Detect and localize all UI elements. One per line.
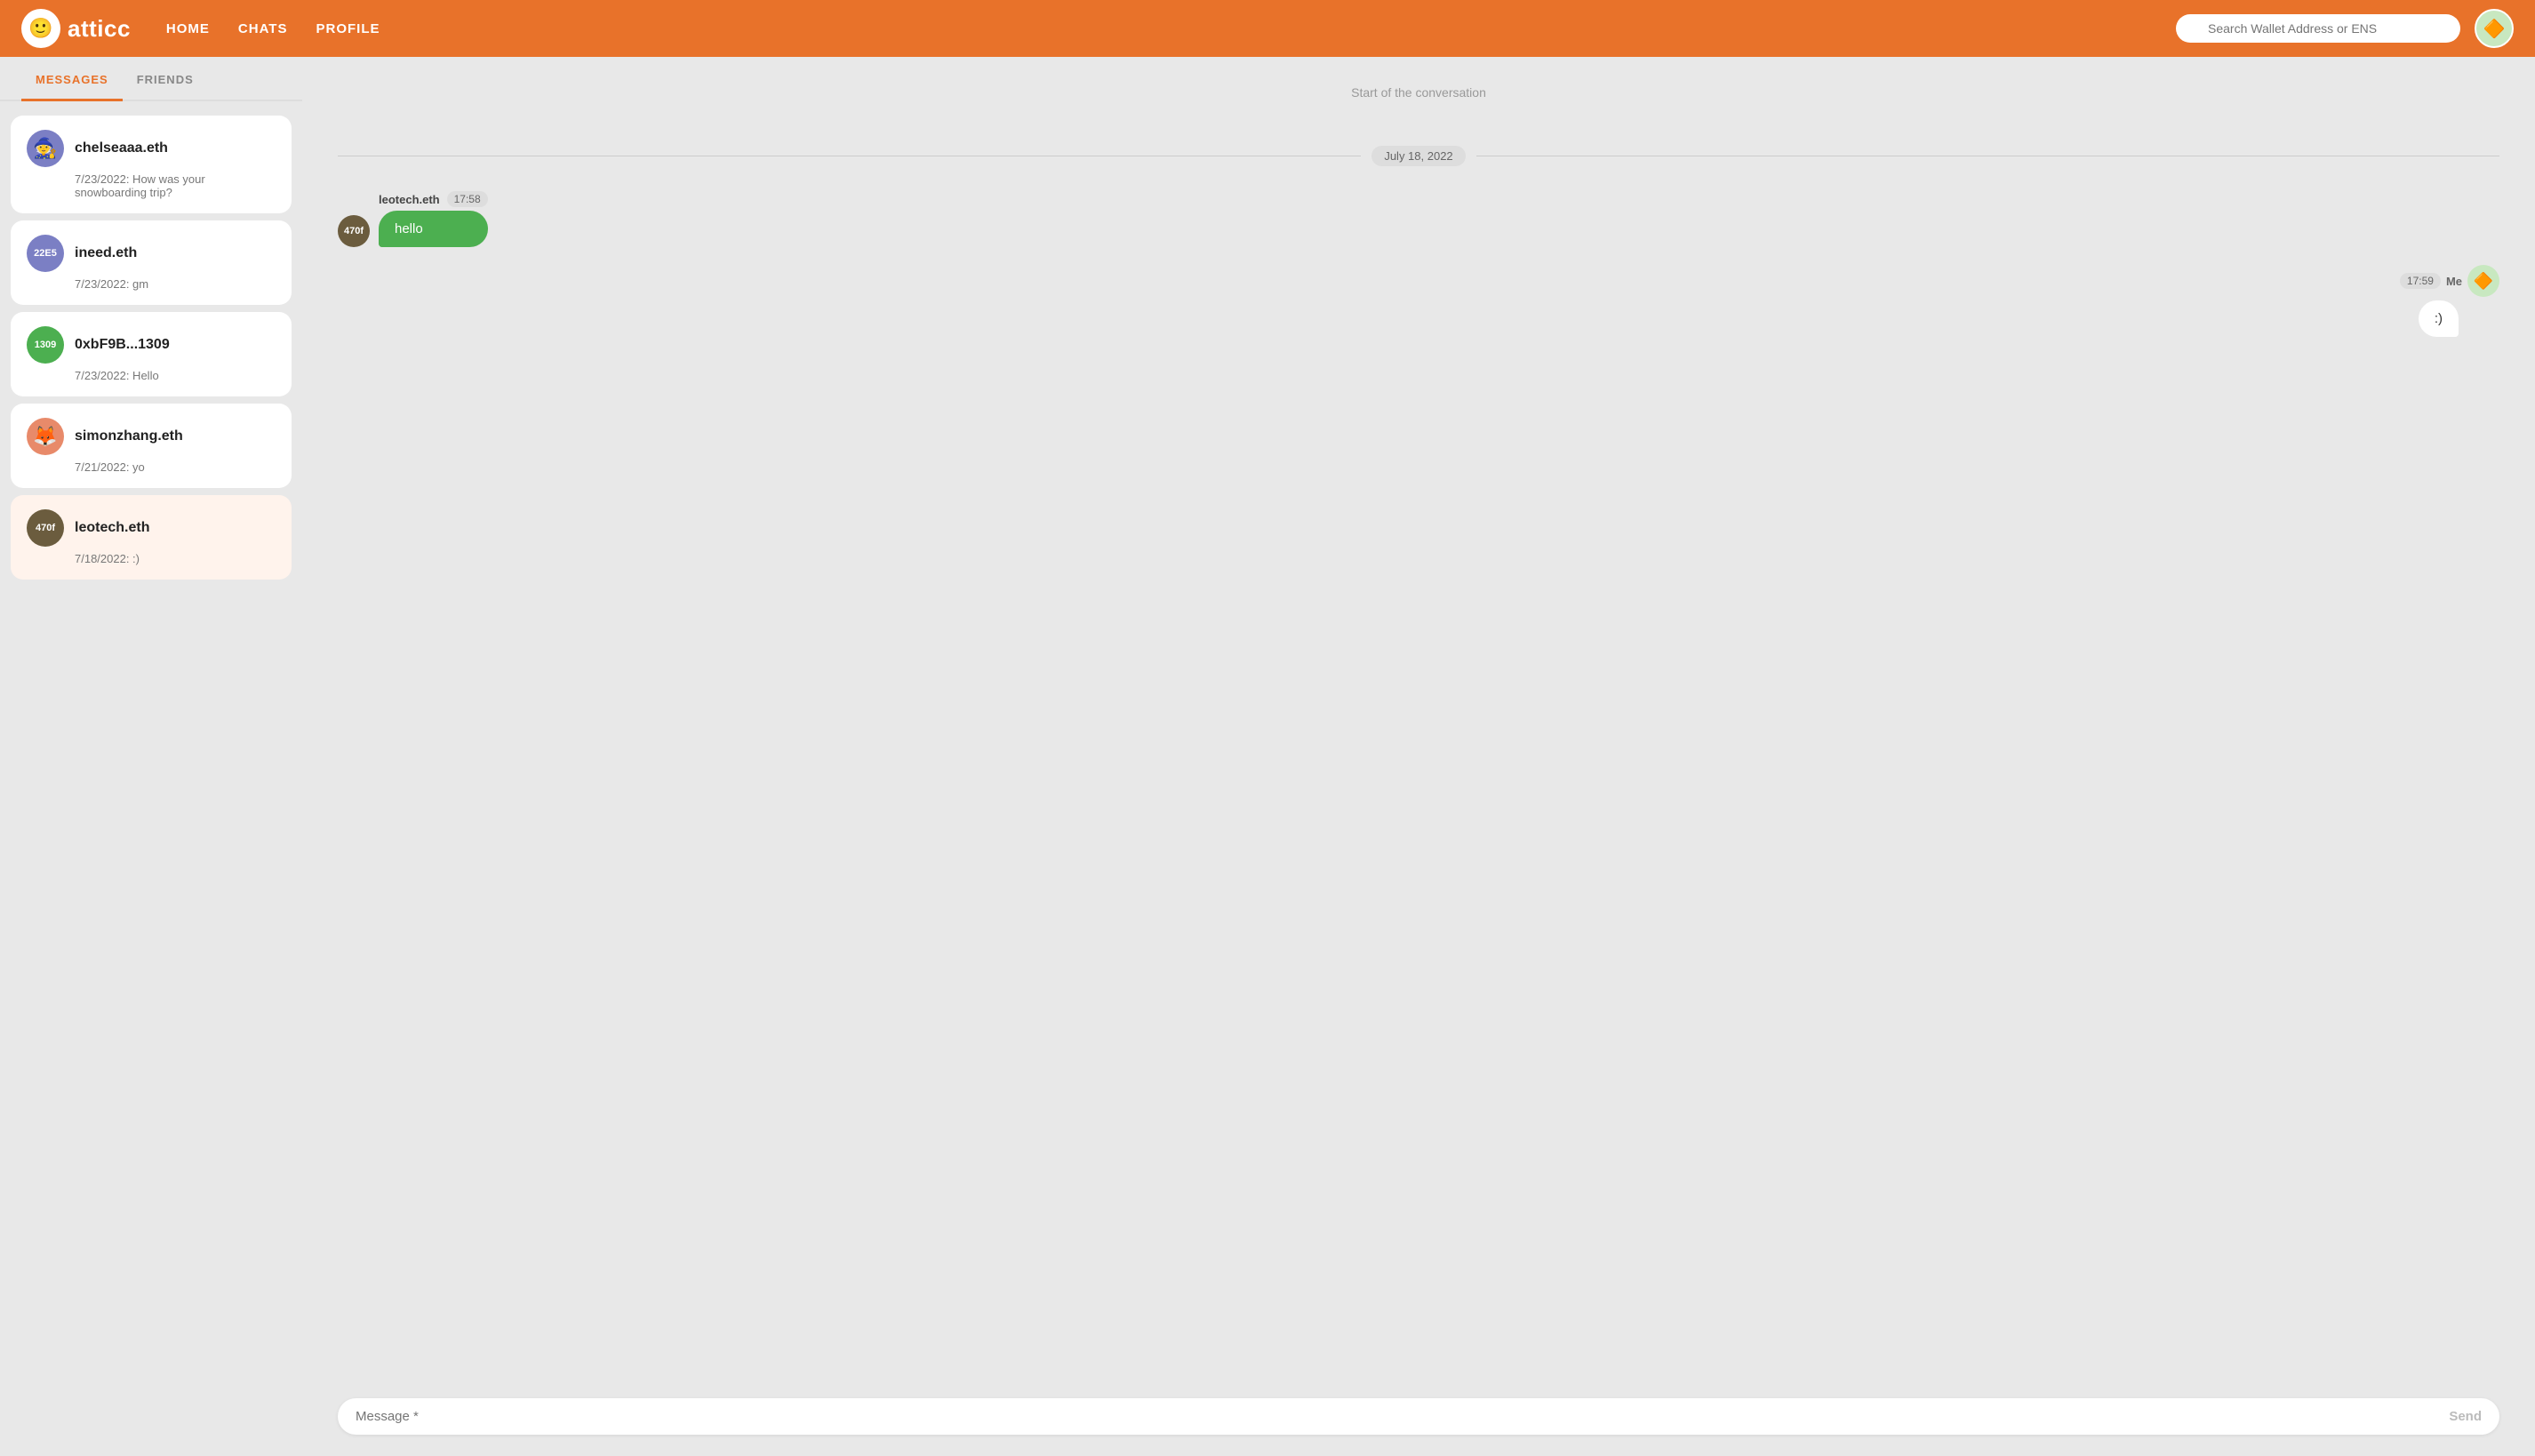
nav-chats[interactable]: CHATS bbox=[238, 21, 288, 36]
logo-area: 🙂 atticc bbox=[21, 9, 131, 48]
convo-header: 1309 0xbF9B...1309 bbox=[27, 326, 276, 364]
convo-preview-leotech: 7/18/2022: :) bbox=[27, 552, 276, 565]
convo-avatar-simonzhang: 🦊 bbox=[27, 418, 64, 455]
convo-name-simonzhang: simonzhang.eth bbox=[75, 428, 183, 444]
msg-avatar-me: 🔶 bbox=[2467, 265, 2499, 297]
convo-name-0xbf9b: 0xbF9B...1309 bbox=[75, 337, 170, 353]
convo-avatar-ineed: 22E5 bbox=[27, 235, 64, 272]
convo-header: 🧙 chelseaaa.eth bbox=[27, 130, 276, 167]
date-divider: July 18, 2022 bbox=[338, 146, 2499, 166]
chat-messages: Start of the conversation July 18, 2022 … bbox=[302, 57, 2535, 1384]
conversations-list: 🧙 chelseaaa.eth 7/23/2022: How was your … bbox=[0, 101, 302, 1456]
convo-preview-chelseaaa: 7/23/2022: How was your snowboarding tri… bbox=[27, 172, 276, 199]
convo-avatar-leotech: 470f bbox=[27, 509, 64, 547]
convo-preview-ineed: 7/23/2022: gm bbox=[27, 277, 276, 291]
msg-time-badge-incoming: 17:58 bbox=[447, 191, 488, 207]
convo-header: 22E5 ineed.eth bbox=[27, 235, 276, 272]
tabs-row: MESSAGES FRIENDS bbox=[0, 57, 302, 101]
convo-item-simonzhang[interactable]: 🦊 simonzhang.eth 7/21/2022: yo bbox=[11, 404, 292, 488]
convo-item-0xbf9b[interactable]: 1309 0xbF9B...1309 7/23/2022: Hello bbox=[11, 312, 292, 396]
message-row-incoming: 470f leotech.eth 17:58 hello bbox=[338, 191, 2499, 247]
logo-icon: 🙂 bbox=[21, 9, 60, 48]
nav-home[interactable]: HOME bbox=[166, 21, 210, 36]
convo-name-ineed: ineed.eth bbox=[75, 245, 137, 261]
msg-bubble-outgoing: :) bbox=[2419, 300, 2459, 337]
user-avatar[interactable]: 🔶 bbox=[2475, 9, 2514, 48]
outgoing-meta-row: 17:59 Me 🔶 bbox=[2400, 265, 2499, 297]
send-button[interactable]: Send bbox=[2449, 1409, 2482, 1424]
convo-name-leotech: leotech.eth bbox=[75, 520, 149, 536]
search-input[interactable] bbox=[2176, 14, 2460, 43]
logo-text: atticc bbox=[68, 15, 131, 43]
msg-time-outgoing: 17:59 bbox=[2400, 273, 2441, 289]
msg-content-incoming: leotech.eth 17:58 hello bbox=[379, 191, 488, 247]
search-wrap: 🔍 bbox=[2176, 14, 2460, 43]
main-layout: MESSAGES FRIENDS 🧙 chelseaaa.eth 7/23/20… bbox=[0, 57, 2535, 1456]
me-label: Me bbox=[2446, 275, 2462, 288]
convo-item-chelseaaa[interactable]: 🧙 chelseaaa.eth 7/23/2022: How was your … bbox=[11, 116, 292, 213]
date-label: July 18, 2022 bbox=[1371, 146, 1465, 166]
msg-bubble-incoming: hello bbox=[379, 211, 488, 247]
message-input[interactable] bbox=[356, 1409, 2449, 1424]
msg-sender-name: leotech.eth bbox=[379, 193, 440, 206]
chat-input-bar: Send bbox=[302, 1384, 2535, 1456]
convo-header: 470f leotech.eth bbox=[27, 509, 276, 547]
nav-profile[interactable]: PROFILE bbox=[316, 21, 380, 36]
chat-input-wrap: Send bbox=[338, 1398, 2499, 1435]
convo-preview-simonzhang: 7/21/2022: yo bbox=[27, 460, 276, 474]
convo-avatar-chelseaaa: 🧙 bbox=[27, 130, 64, 167]
chat-area: Start of the conversation July 18, 2022 … bbox=[302, 57, 2535, 1456]
nav-search-area: 🔍 🔶 bbox=[2176, 9, 2514, 48]
left-panel: MESSAGES FRIENDS 🧙 chelseaaa.eth 7/23/20… bbox=[0, 57, 302, 1456]
convo-avatar-0xbf9b: 1309 bbox=[27, 326, 64, 364]
message-row-outgoing: 17:59 Me 🔶 :) bbox=[338, 265, 2499, 337]
convo-item-ineed[interactable]: 22E5 ineed.eth 7/23/2022: gm bbox=[11, 220, 292, 305]
convo-name-chelseaaa: chelseaaa.eth bbox=[75, 140, 168, 156]
tab-friends[interactable]: FRIENDS bbox=[123, 57, 208, 101]
navbar: 🙂 atticc HOME CHATS PROFILE 🔍 🔶 bbox=[0, 0, 2535, 57]
tab-messages[interactable]: MESSAGES bbox=[21, 57, 123, 101]
convo-item-leotech[interactable]: 470f leotech.eth 7/18/2022: :) bbox=[11, 495, 292, 580]
msg-meta-incoming: leotech.eth 17:58 bbox=[379, 191, 488, 207]
convo-header: 🦊 simonzhang.eth bbox=[27, 418, 276, 455]
msg-avatar-leotech: 470f bbox=[338, 215, 370, 247]
convo-preview-0xbf9b: 7/23/2022: Hello bbox=[27, 369, 276, 382]
conversation-start-label: Start of the conversation bbox=[338, 85, 2499, 100]
